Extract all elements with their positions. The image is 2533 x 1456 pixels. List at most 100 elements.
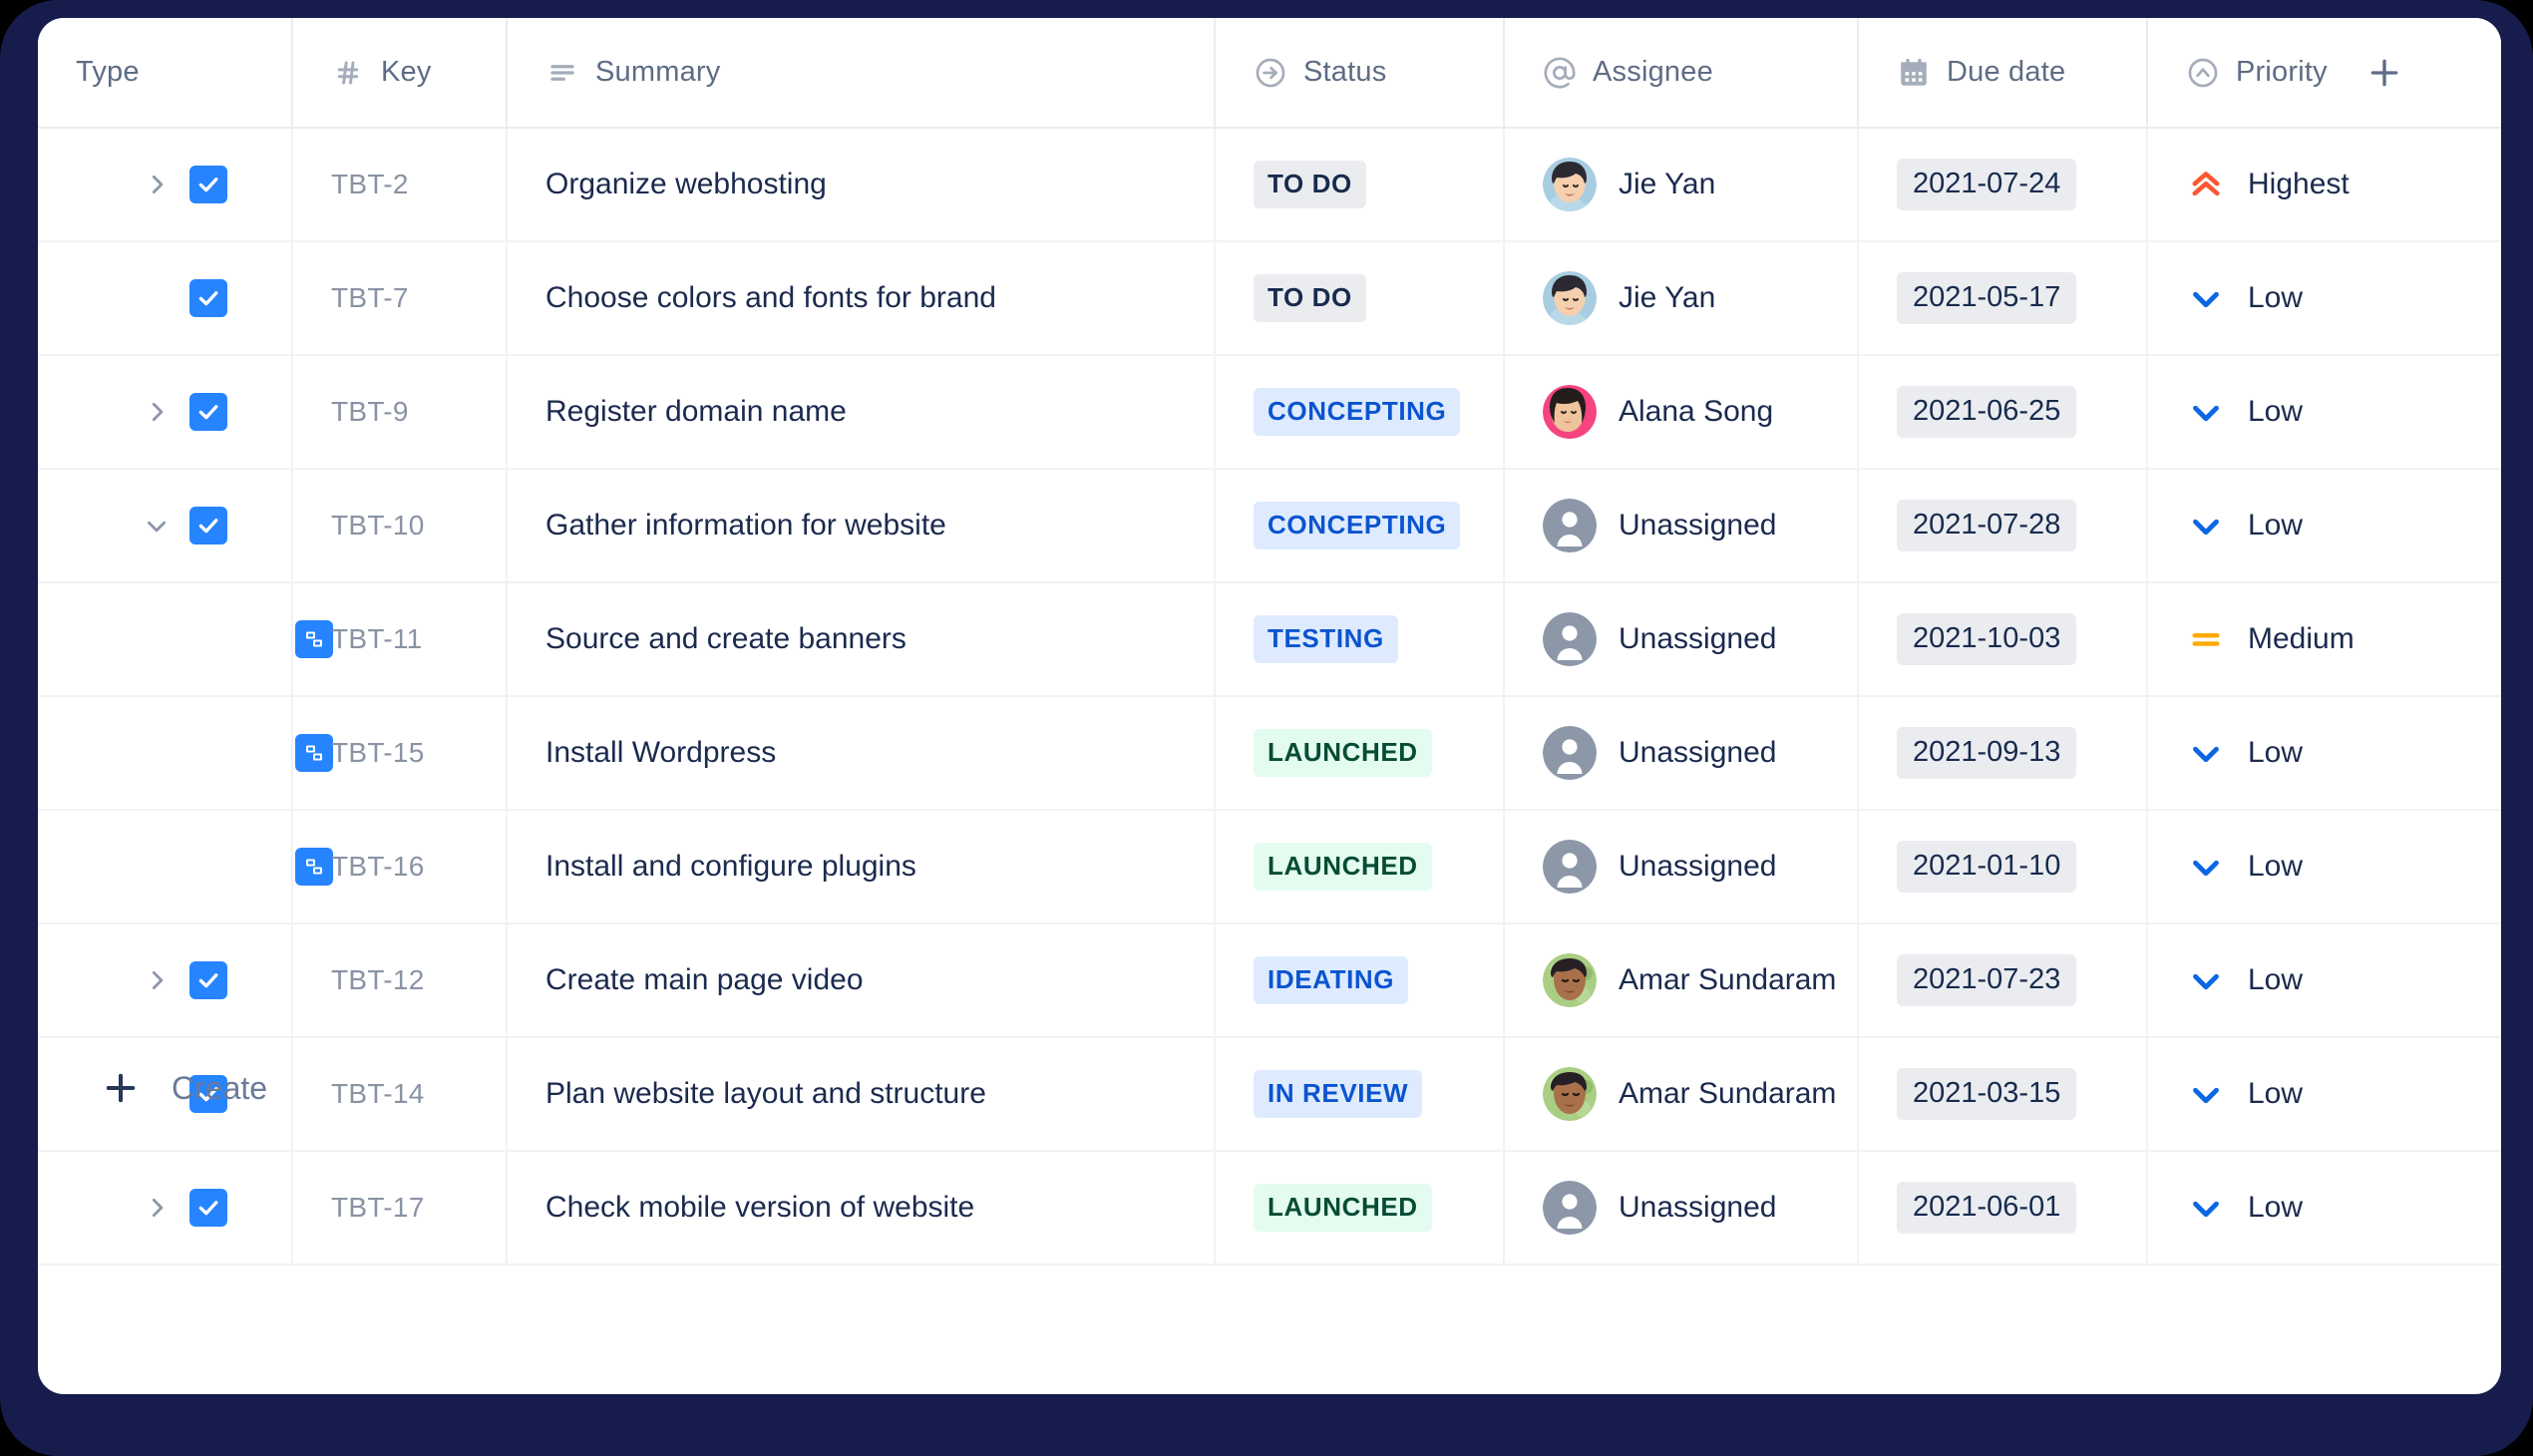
column-header-priority[interactable]: Priority <box>2146 18 2501 129</box>
cell-status[interactable]: LAUNCHED <box>1214 696 1504 811</box>
cell-summary[interactable]: Install Wordpress <box>506 696 1215 811</box>
issue-summary: Check mobile version of website <box>545 1191 975 1224</box>
cell-status[interactable]: CONCEPTING <box>1214 355 1504 470</box>
highest-icon <box>2186 165 2226 204</box>
chevron-right-icon[interactable] <box>142 1193 172 1223</box>
issue-summary: Install and configure plugins <box>545 850 916 883</box>
cell-due-date[interactable]: 2021-10-03 <box>1857 582 2147 697</box>
table-row[interactable]: TBT-10 Gather information for website CONC… <box>38 469 2501 583</box>
cell-assignee[interactable]: Alana Song <box>1503 355 1858 470</box>
cell-due-date[interactable]: 2021-06-01 <box>1857 1151 2147 1266</box>
issue-summary: Choose colors and fonts for brand <box>545 281 996 314</box>
priority-label: Highest <box>2248 168 2350 200</box>
cell-summary[interactable]: Register domain name <box>506 355 1215 470</box>
cell-status[interactable]: TO DO <box>1214 128 1504 242</box>
cell-priority[interactable]: Low <box>2146 241 2501 356</box>
cell-summary[interactable]: Source and create banners <box>506 582 1215 697</box>
cell-status[interactable]: CONCEPTING <box>1214 469 1504 583</box>
cell-assignee[interactable]: Unassigned <box>1503 1151 1858 1266</box>
cell-key[interactable]: TBT-12 <box>291 923 507 1038</box>
cell-due-date[interactable]: 2021-05-17 <box>1857 241 2147 356</box>
cell-priority[interactable]: Low <box>2146 696 2501 811</box>
cell-priority[interactable]: Low <box>2146 1151 2501 1266</box>
cell-due-date[interactable]: 2021-06-25 <box>1857 355 2147 470</box>
cell-priority[interactable]: Low <box>2146 469 2501 583</box>
table-row[interactable]: TBT-12 Create main page video IDEATING Amar… <box>38 923 2501 1038</box>
cell-status[interactable]: TO DO <box>1214 241 1504 356</box>
cell-status[interactable]: TESTING <box>1214 582 1504 697</box>
cell-summary[interactable]: Choose colors and fonts for brand <box>506 241 1215 356</box>
column-header-assignee[interactable]: Assignee <box>1503 18 1858 129</box>
create-issue-button[interactable]: Create <box>38 1043 2501 1133</box>
issue-key: TBT-12 <box>331 964 425 995</box>
cell-type <box>38 355 292 470</box>
low-icon <box>2186 506 2226 546</box>
cell-summary[interactable]: Gather information for website <box>506 469 1215 583</box>
column-header-status[interactable]: Status <box>1214 18 1504 129</box>
cell-assignee[interactable]: Jie Yan <box>1503 128 1858 242</box>
task-icon[interactable] <box>189 166 227 203</box>
cell-key[interactable]: TBT-2 <box>291 128 507 242</box>
cell-assignee[interactable]: Unassigned <box>1503 696 1858 811</box>
cell-priority[interactable]: Medium <box>2146 582 2501 697</box>
status-badge: TESTING <box>1254 615 1398 663</box>
due-date-value: 2021-07-24 <box>1897 159 2077 210</box>
column-header-due-date[interactable]: Due date <box>1857 18 2147 129</box>
cell-key[interactable]: TBT-7 <box>291 241 507 356</box>
chevron-right-icon[interactable] <box>142 170 172 199</box>
subtask-icon[interactable] <box>295 848 333 886</box>
column-header-summary[interactable]: Summary <box>506 18 1215 129</box>
cell-summary[interactable]: Organize webhosting <box>506 128 1215 242</box>
due-date-value: 2021-06-25 <box>1897 386 2077 438</box>
table-row[interactable]: TBT-2 Organize webhosting TO DO Jie Yan 2021… <box>38 128 2501 242</box>
cell-due-date[interactable]: 2021-07-24 <box>1857 128 2147 242</box>
table-row[interactable]: TBT-15 Install Wordpress LAUNCHED Unassigne… <box>38 696 2501 811</box>
table-row[interactable]: TBT-16 Install and configure plugins LAUNC… <box>38 810 2501 924</box>
issue-summary: Install Wordpress <box>545 736 777 769</box>
cell-priority[interactable]: Low <box>2146 810 2501 924</box>
cell-assignee[interactable]: Unassigned <box>1503 582 1858 697</box>
assignee-name: Unassigned <box>1619 509 1777 542</box>
chevron-down-icon[interactable] <box>142 511 172 541</box>
cell-assignee[interactable]: Amar Sundaram <box>1503 923 1858 1038</box>
cell-priority[interactable]: Highest <box>2146 128 2501 242</box>
avatar <box>1543 726 1597 780</box>
column-header-key[interactable]: Key <box>291 18 507 129</box>
chevron-right-icon[interactable] <box>142 397 172 427</box>
cell-status[interactable]: LAUNCHED <box>1214 1151 1504 1266</box>
cell-due-date[interactable]: 2021-07-28 <box>1857 469 2147 583</box>
cell-status[interactable]: LAUNCHED <box>1214 810 1504 924</box>
subtask-icon[interactable] <box>295 620 333 658</box>
table-row[interactable]: TBT-9 Register domain name CONCEPTING Alana… <box>38 355 2501 470</box>
cell-assignee[interactable]: Jie Yan <box>1503 241 1858 356</box>
task-icon[interactable] <box>189 279 227 317</box>
subtask-icon[interactable] <box>295 734 333 772</box>
cell-status[interactable]: IDEATING <box>1214 923 1504 1038</box>
cell-key[interactable]: TBT-17 <box>291 1151 507 1266</box>
cell-priority[interactable]: Low <box>2146 355 2501 470</box>
priority-label: Low <box>2248 395 2304 428</box>
task-icon[interactable] <box>189 393 227 431</box>
cell-due-date[interactable]: 2021-01-10 <box>1857 810 2147 924</box>
cell-assignee[interactable]: Unassigned <box>1503 810 1858 924</box>
cell-due-date[interactable]: 2021-09-13 <box>1857 696 2147 811</box>
cell-priority[interactable]: Low <box>2146 923 2501 1038</box>
cell-assignee[interactable]: Unassigned <box>1503 469 1858 583</box>
assignee-name: Unassigned <box>1619 736 1777 769</box>
cell-due-date[interactable]: 2021-07-23 <box>1857 923 2147 1038</box>
task-icon[interactable] <box>189 507 227 545</box>
task-icon[interactable] <box>189 961 227 999</box>
table-row[interactable]: TBT-7 Choose colors and fonts for brand TO… <box>38 241 2501 356</box>
chevron-right-icon[interactable] <box>142 965 172 995</box>
cell-summary[interactable]: Install and configure plugins <box>506 810 1215 924</box>
task-icon[interactable] <box>189 1189 227 1227</box>
cell-summary[interactable]: Check mobile version of website <box>506 1151 1215 1266</box>
add-column-button[interactable] <box>2361 50 2407 96</box>
low-icon <box>2186 960 2226 1000</box>
cell-summary[interactable]: Create main page video <box>506 923 1215 1038</box>
cell-key[interactable]: TBT-9 <box>291 355 507 470</box>
table-row[interactable]: TBT-17 Check mobile version of website LAU… <box>38 1151 2501 1266</box>
cell-key[interactable]: TBT-10 <box>291 469 507 583</box>
table-row[interactable]: TBT-11 Source and create banners TESTING Un… <box>38 582 2501 697</box>
column-header-type[interactable]: Type <box>38 18 292 129</box>
